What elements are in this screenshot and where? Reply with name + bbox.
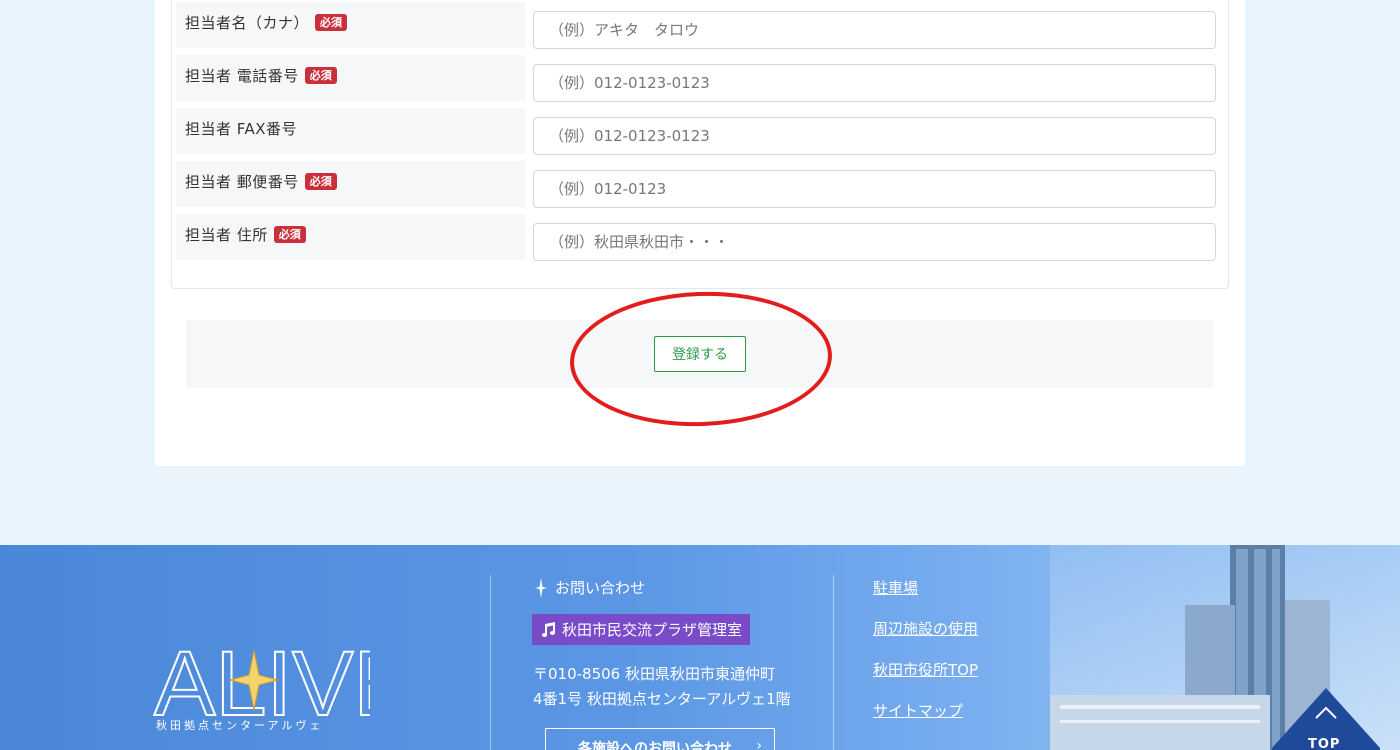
- divider: [833, 575, 834, 750]
- form-card: 担当者名（カナ） 必須 担当者 電話番号 必須 担当者 FAX番号 担当者 郵便…: [155, 0, 1245, 466]
- link-nearby-facilities[interactable]: 周辺施設の使用: [873, 618, 978, 639]
- music-note-icon: [542, 621, 555, 637]
- contact-heading: お問い合わせ: [535, 577, 645, 598]
- field-label: 担当者 電話番号: [185, 67, 299, 85]
- link-city-hall-top[interactable]: 秋田市役所TOP: [873, 659, 978, 680]
- field-label: 担当者 郵便番号: [185, 173, 299, 191]
- submit-area: 登録する: [186, 320, 1213, 388]
- address: 〒010-8506 秋田県秋田市東通仲町 4番1号 秋田拠点センターアルヴェ1階: [533, 665, 791, 708]
- sparkle-icon: [535, 577, 547, 598]
- link-parking[interactable]: 駐車場: [873, 577, 918, 598]
- office-badge: 秋田市民交流プラザ管理室: [532, 614, 751, 645]
- field-label: 担当者 住所: [185, 226, 268, 244]
- phone-input[interactable]: [533, 64, 1216, 102]
- required-badge: 必須: [304, 67, 337, 84]
- form-row-kana: 担当者名（カナ） 必須: [176, 2, 1226, 49]
- form-row-address: 担当者 住所 必須: [176, 214, 1226, 261]
- kana-input[interactable]: [533, 11, 1216, 49]
- top-label: TOP: [1308, 737, 1341, 750]
- form-row-fax: 担当者 FAX番号: [176, 108, 1226, 155]
- fax-input[interactable]: [533, 117, 1216, 155]
- site-footer: ALIVE 秋田拠点センターアルヴェ お問い合わせ 秋田市民交流プラザ管理室 〒…: [0, 545, 1400, 750]
- postal-code-input[interactable]: [533, 170, 1216, 208]
- register-button[interactable]: 登録する: [654, 336, 746, 372]
- address-input[interactable]: [533, 223, 1216, 261]
- divider: [490, 575, 491, 750]
- logo-caption: 秋田拠点センターアルヴェ: [156, 719, 324, 732]
- link-sitemap[interactable]: サイトマップ: [873, 700, 963, 721]
- required-badge: 必須: [315, 14, 348, 31]
- form-row-postal: 担当者 郵便番号 必須: [176, 161, 1226, 208]
- facility-contact-button[interactable]: 各施設へのお問い合わせ ›: [545, 728, 775, 750]
- required-badge: 必須: [304, 173, 337, 190]
- field-label: 担当者名（カナ）: [185, 14, 310, 32]
- form-row-phone: 担当者 電話番号 必須: [176, 55, 1226, 102]
- form-box: 担当者名（カナ） 必須 担当者 電話番号 必須 担当者 FAX番号 担当者 郵便…: [171, 0, 1229, 289]
- chevron-right-icon: ›: [756, 738, 762, 750]
- field-label: 担当者 FAX番号: [185, 120, 298, 138]
- required-badge: 必須: [273, 226, 306, 243]
